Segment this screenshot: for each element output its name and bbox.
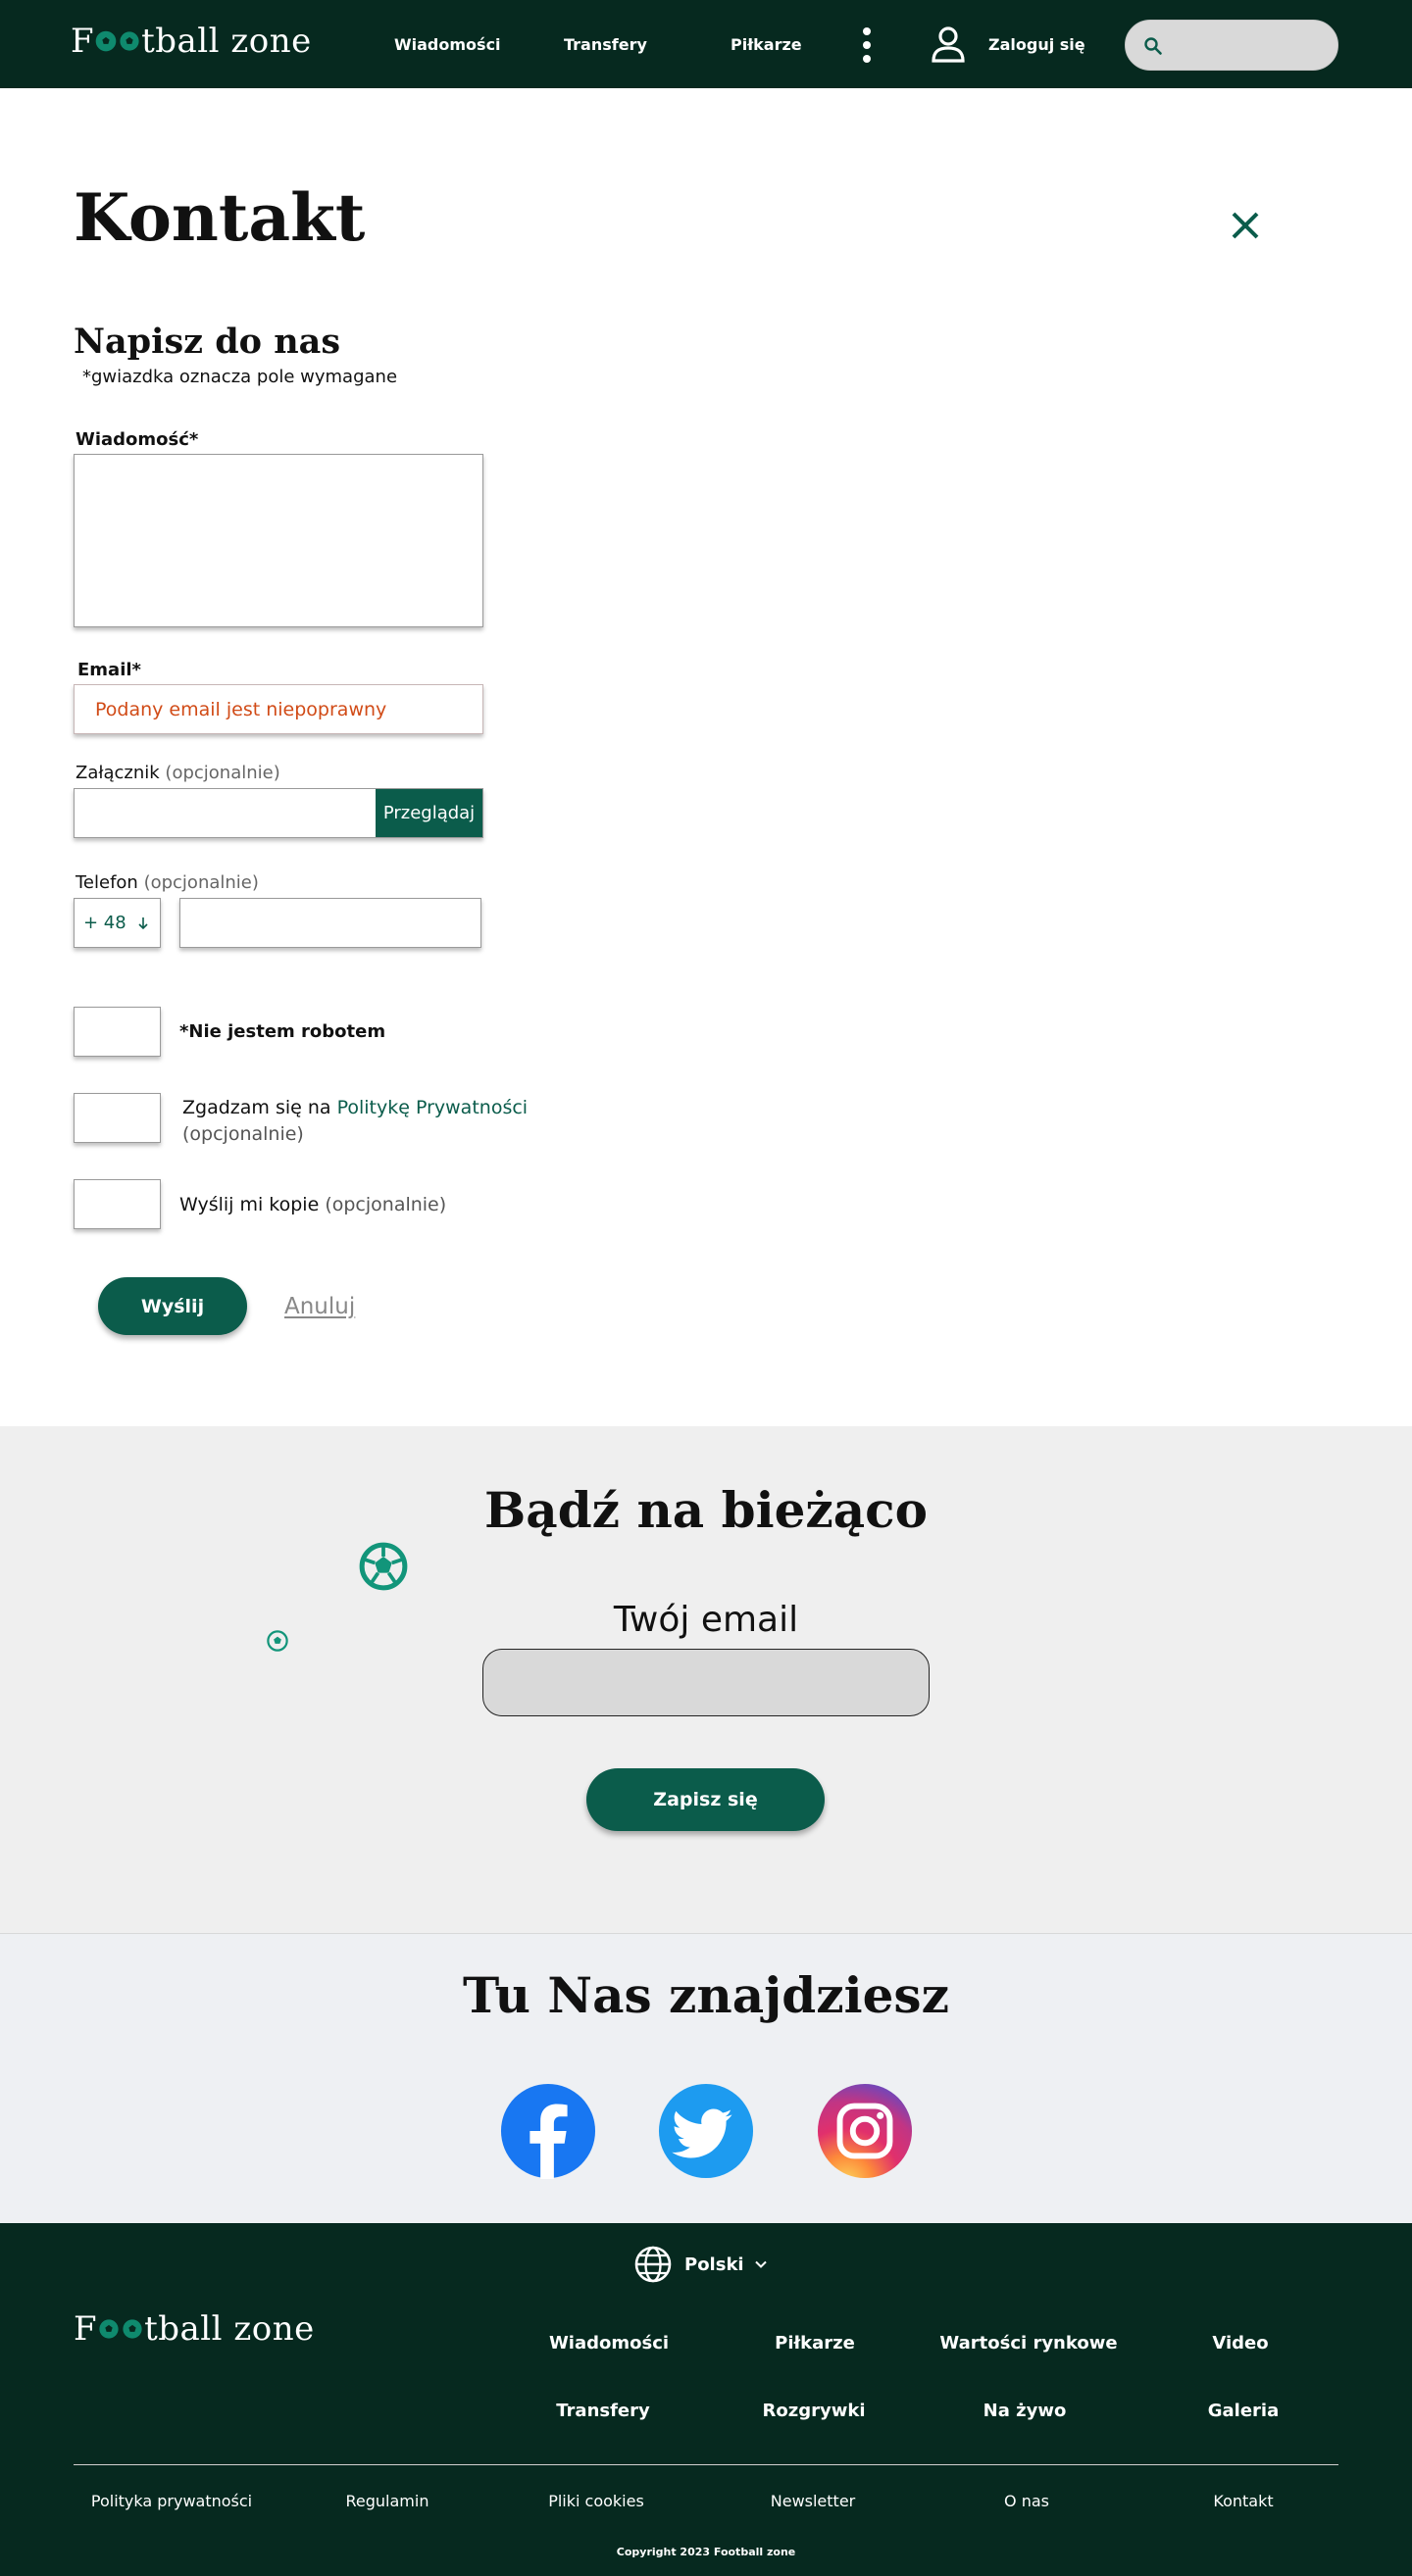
language-selector[interactable]: Polski xyxy=(633,2245,768,2284)
newsletter-section: Bądź na bieżąco Twój email Zapisz się xyxy=(0,1426,1412,1933)
logo-text-start: F xyxy=(71,22,95,61)
copyright: Copyright 2023 Football zone xyxy=(616,2546,796,2558)
close-icon[interactable] xyxy=(1226,206,1265,245)
phone-label: Telefon (opcjonalnie) xyxy=(76,872,259,893)
top-navbar: F tball zone Wiadomości Transfery Piłkar… xyxy=(0,0,1412,88)
footer-link-newsletter[interactable]: Newsletter xyxy=(771,2492,856,2510)
soccer-ball-icon xyxy=(119,30,140,52)
footer-link-wartosci-rynkowe[interactable]: Wartości rynkowe xyxy=(939,2333,1117,2353)
language-label: Polski xyxy=(684,2254,744,2275)
footer-link-pilkarze[interactable]: Piłkarze xyxy=(775,2333,855,2353)
nav-transfery[interactable]: Transfery xyxy=(564,35,647,54)
footer-logo[interactable]: F tball zone xyxy=(74,2309,315,2349)
footer-link-about[interactable]: O nas xyxy=(1004,2492,1049,2510)
social-section: Tu Nas znajdziesz xyxy=(0,1933,1412,2223)
soccer-ball-icon xyxy=(98,2318,120,2340)
attachment-label: Załącznik (opcjonalnie) xyxy=(76,763,280,783)
footer-link-galeria[interactable]: Galeria xyxy=(1208,2401,1280,2421)
footer-link-cookies[interactable]: Pliki cookies xyxy=(548,2492,644,2510)
logo-text-start: F xyxy=(74,2309,98,2349)
footer-link-terms[interactable]: Regulamin xyxy=(346,2492,429,2510)
privacy-policy-link[interactable]: Politykę Prywatności xyxy=(337,1097,529,1118)
newsletter-email-label: Twój email xyxy=(613,1600,799,1640)
user-icon[interactable] xyxy=(932,25,965,63)
footer-link-contact[interactable]: Kontakt xyxy=(1213,2492,1273,2510)
copy-label: Wyślij mi kopie (opcjonalnie) xyxy=(179,1194,447,1215)
email-field[interactable]: Podany email jest niepoprawny xyxy=(74,684,483,734)
robot-checkbox[interactable] xyxy=(74,1007,161,1057)
footer-link-wiadomosci[interactable]: Wiadomości xyxy=(549,2333,669,2353)
send-button[interactable]: Wyślij xyxy=(98,1277,247,1335)
footer: Polski F tball zone Wiadomości Piłkarze … xyxy=(0,2223,1412,2576)
privacy-checkbox[interactable] xyxy=(74,1093,161,1143)
message-textarea[interactable] xyxy=(74,454,483,627)
robot-label: *Nie jestem robotem xyxy=(179,1021,386,1042)
required-note: *gwiazdka oznacza pole wymagane xyxy=(82,367,398,387)
phone-prefix-select[interactable]: + 48 xyxy=(74,898,161,948)
arrow-down-icon xyxy=(138,916,148,929)
form-title: Napisz do nas xyxy=(74,322,341,362)
login-link[interactable]: Zaloguj się xyxy=(988,35,1085,54)
email-error-text: Podany email jest niepoprawny xyxy=(95,699,387,720)
message-label: Wiadomość* xyxy=(76,429,199,450)
search-bar[interactable] xyxy=(1125,20,1338,71)
newsletter-email-input[interactable] xyxy=(482,1649,930,1716)
newsletter-title: Bądź na bieżąco xyxy=(484,1481,928,1539)
email-label: Email* xyxy=(77,660,141,680)
logo-text-end: tball zone xyxy=(141,22,312,61)
instagram-icon[interactable] xyxy=(817,2083,913,2179)
more-menu-icon[interactable] xyxy=(861,27,873,63)
soccer-ball-icon xyxy=(122,2318,143,2340)
nav-pilkarze[interactable]: Piłkarze xyxy=(731,35,802,54)
subscribe-button[interactable]: Zapisz się xyxy=(586,1768,825,1831)
soccer-ball-icon xyxy=(95,30,117,52)
phone-input[interactable] xyxy=(179,898,481,948)
footer-link-na-zywo[interactable]: Na żywo xyxy=(983,2401,1067,2421)
soccer-ball-icon xyxy=(359,1542,408,1591)
chevron-down-icon xyxy=(754,2260,767,2268)
copy-checkbox[interactable] xyxy=(74,1179,161,1229)
page-title: Kontakt xyxy=(74,179,366,256)
globe-icon xyxy=(634,2246,672,2283)
search-icon xyxy=(1144,37,1162,55)
footer-link-rozgrywki[interactable]: Rozgrywki xyxy=(763,2401,866,2421)
browse-button[interactable]: Przeglądaj xyxy=(376,789,482,837)
footer-link-video[interactable]: Video xyxy=(1212,2333,1268,2353)
facebook-icon[interactable] xyxy=(500,2083,596,2179)
nav-wiadomosci[interactable]: Wiadomości xyxy=(394,35,501,54)
twitter-icon[interactable] xyxy=(658,2083,754,2179)
social-title: Tu Nas znajdziesz xyxy=(463,1966,949,2024)
privacy-label: Zgadzam się na Politykę Prywatności (opc… xyxy=(182,1097,529,1145)
logo-text-end: tball zone xyxy=(144,2309,315,2349)
cancel-link[interactable]: Anuluj xyxy=(284,1294,355,1319)
search-input[interactable] xyxy=(1171,21,1328,70)
footer-divider xyxy=(74,2464,1338,2465)
footer-link-privacy[interactable]: Polityka prywatności xyxy=(91,2492,252,2510)
phone-prefix-value: + 48 xyxy=(83,913,126,933)
footer-link-transfery[interactable]: Transfery xyxy=(556,2401,650,2421)
site-logo[interactable]: F tball zone xyxy=(71,22,312,61)
